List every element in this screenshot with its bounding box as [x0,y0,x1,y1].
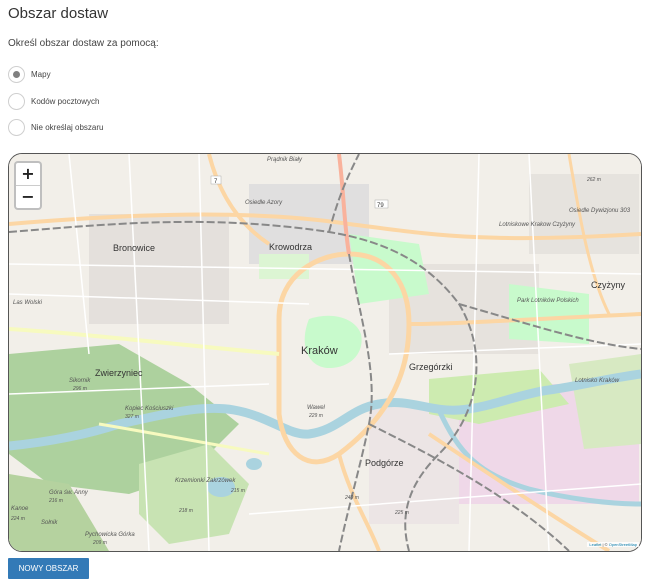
map-label-bronowice: Bronowice [113,243,155,253]
map-label-podgorze: Podgórze [365,458,404,468]
map-label-osiedle-azory: Osiedle Azory [245,200,283,206]
elevation-label: 225 m [394,510,409,516]
radio-label-no-area: Nie określaj obszaru [31,123,104,132]
map-label-wawel: Wawel [307,405,326,411]
radio-button-map[interactable] [8,66,25,83]
map-label-lotniskowe: Lotniskowe Krakow Czyżyny [499,222,576,228]
road-number-79: 79 [377,203,384,209]
map-label-krowodrza: Krowodrza [269,242,312,252]
delivery-area-map[interactable]: Bronowice Krowodrza Kraków Grzegórzki Cz… [8,153,642,552]
radio-option-postal-codes[interactable]: Kodów pocztowych [8,93,99,110]
attribution-separator: | © [601,542,609,547]
map-label-kanoe: Kanoe [11,506,29,512]
elevation-label: 209 m [92,540,107,546]
map-label-sikornik: Sikornik [69,378,91,384]
map-zoom-control: + − [14,161,42,210]
map-label-krakow: Kraków [301,345,338,357]
new-area-button[interactable]: Nowy obszar [8,558,89,579]
radio-label-postal-codes: Kodów pocztowych [31,97,100,106]
radio-option-map[interactable]: Mapy [8,66,51,83]
map-label-osiedle-dywizjonu: Osiedle Dywizjonu 303 [569,208,631,214]
elevation-label: 327 m [125,414,139,420]
map-tiles: Bronowice Krowodrza Kraków Grzegórzki Cz… [9,154,641,551]
map-label-las-wolski: Las Wolski [13,300,43,306]
radio-button-postal-codes[interactable] [8,93,25,110]
radio-button-no-area[interactable] [8,119,25,136]
map-label-czyzyny: Czyżyny [591,280,626,290]
map-label-lotnisko: Lotnisko Kraków [575,378,620,384]
zoom-out-button[interactable]: − [16,185,40,208]
elevation-label: 218 m [178,508,193,514]
map-label-grzegorzki: Grzegórzki [409,362,453,372]
delivery-area-subtitle: Określ obszar dostaw za pomocą: [8,38,159,49]
map-attribution: Leaflet | © OpenStreetMap [587,542,639,547]
map-label-pradnik-bialy: Prądnik Biały [267,157,303,163]
map-label-kopiec-kosciuszki: Kopiec Kościuszki [125,406,174,412]
radio-option-no-area[interactable]: Nie określaj obszaru [8,119,103,136]
map-label-gora-sw-anny: Góra św. Anny [49,490,89,496]
openstreetmap-link[interactable]: OpenStreetMap [609,542,637,547]
map-label-zwierzyniec: Zwierzyniec [95,368,143,378]
elevation-label: 216 m [48,498,63,504]
elevation-label: 240 m [344,495,359,501]
map-label-pychowicka-gorka: Pychowicka Górka [85,532,135,538]
section-title: Obszar dostaw [8,5,109,22]
elevation-label: 229 m [308,413,323,419]
elevation-label: 215 m [230,488,245,494]
map-label-park-lotnikow: Park Lotników Polskich [517,298,579,304]
map-label-krzemionki: Krzemionki Zakrzówek [175,478,236,484]
leaflet-link[interactable]: Leaflet [589,542,601,547]
elevation-label: 224 m [10,516,25,522]
radio-label-map: Mapy [31,70,51,79]
map-label-solnik: Sołnik [41,520,58,526]
zoom-in-button[interactable]: + [16,163,40,185]
elevation-label: 296 m [72,386,87,392]
elevation-label: 262 m [586,177,601,183]
